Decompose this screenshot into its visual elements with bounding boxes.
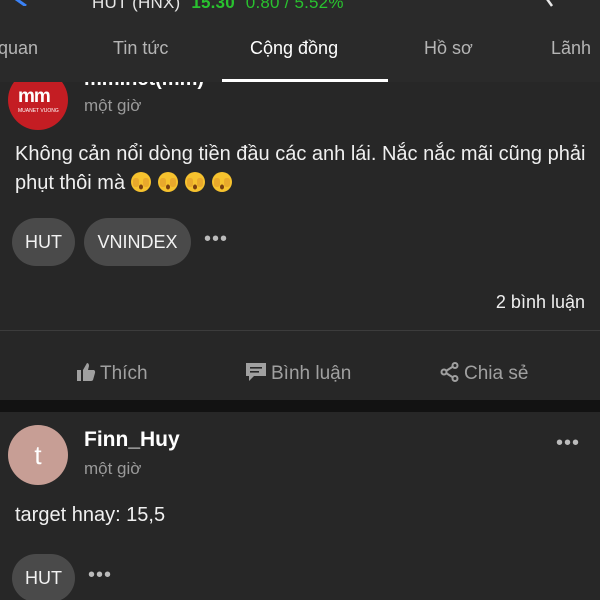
tab-news[interactable]: Tin tức (113, 38, 168, 59)
stock-ticker: HUT (HNX) 15.30 0.80 / 5.52% (92, 0, 344, 13)
stock-symbol: HUT (HNX) (92, 0, 181, 12)
stock-change: 0.80 / 5.52% (245, 0, 344, 12)
back-arrow-icon[interactable] (12, 0, 32, 6)
post-text: Không cản nổi dòng tiền đầu các anh lái.… (15, 143, 586, 194)
tab-community[interactable]: Cộng đồng (250, 38, 338, 59)
comment-label: Bình luận (271, 363, 352, 384)
comment-bubble-icon (246, 363, 266, 381)
share-icon (440, 362, 459, 382)
post-text: target hnay: 15,5 (15, 504, 166, 526)
tag-chip-hut[interactable]: HUT (12, 218, 75, 266)
peeking-face-emoji-icon (131, 172, 152, 192)
share-label: Chia sẻ (464, 363, 529, 384)
more-tags-icon[interactable]: ••• (204, 228, 228, 251)
peeking-face-emoji-icon (158, 172, 179, 192)
tab-profile[interactable]: Hồ sơ (424, 38, 473, 59)
post-separator (0, 400, 600, 412)
peeking-face-emoji-icon (212, 172, 233, 192)
post-author[interactable]: mm.net(mm) (84, 82, 204, 91)
more-tags-icon[interactable]: ••• (88, 564, 112, 587)
post-time: một giờ (84, 96, 142, 115)
like-label: Thích (100, 363, 148, 384)
post-menu-icon[interactable]: ••• (556, 432, 580, 455)
post-body: Không cản nổi dòng tiền đầu các anh lái.… (15, 140, 590, 198)
like-button[interactable]: Thích (76, 362, 148, 385)
tab-bar: quan Tin tức Cộng đồng Hồ sơ Lãnh (0, 30, 600, 82)
search-icon[interactable] (536, 0, 558, 8)
post-card: mm MUANET VUONG mm.net(mm) một giờ Không… (0, 82, 600, 400)
post-time: một giờ (84, 459, 142, 478)
comment-button[interactable]: Bình luận (245, 362, 351, 385)
divider (0, 330, 600, 331)
share-button[interactable]: Chia sẻ (440, 362, 528, 385)
post-author[interactable]: Finn_Huy (84, 428, 180, 452)
tag-chip-vnindex[interactable]: VNINDEX (84, 218, 191, 266)
tab-leadership[interactable]: Lãnh (551, 38, 591, 59)
post-actions: Thích Bình luận Chia sẻ (0, 346, 600, 400)
thumbs-up-icon (77, 363, 96, 381)
stock-price: 15.30 (191, 0, 235, 12)
peeking-face-emoji-icon (185, 172, 206, 192)
post-card: t Finn_Huy một giờ ••• target hnay: 15,5… (0, 412, 600, 600)
comment-count[interactable]: 2 bình luận (496, 292, 585, 313)
tab-overview[interactable]: quan (0, 38, 38, 59)
avatar[interactable]: mm MUANET VUONG (8, 82, 68, 130)
tag-chip-hut[interactable]: HUT (12, 554, 75, 600)
avatar[interactable]: t (8, 425, 68, 485)
top-bar: HUT (HNX) 15.30 0.80 / 5.52% quan Tin tứ… (0, 0, 600, 82)
